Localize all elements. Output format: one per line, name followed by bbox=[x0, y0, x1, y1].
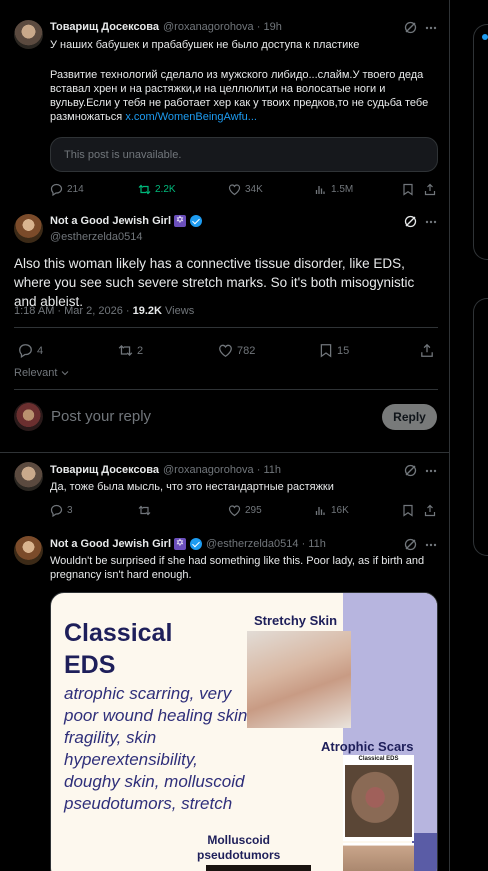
bookmark-icon[interactable] bbox=[402, 183, 414, 201]
attached-image[interactable]: Classical EDS atrophic scarring, very po… bbox=[50, 592, 438, 871]
image-caption-stretchy: Stretchy Skin bbox=[254, 613, 338, 628]
author-handle[interactable]: @estherzelda0514 bbox=[50, 231, 143, 243]
views-action[interactable]: 16K bbox=[314, 504, 349, 517]
reply-action[interactable]: 214 bbox=[50, 183, 84, 196]
repost-icon bbox=[138, 505, 151, 516]
reply-icon bbox=[50, 183, 63, 196]
repost-action[interactable] bbox=[138, 504, 151, 517]
verified-badge-icon bbox=[190, 215, 202, 227]
more-icon[interactable] bbox=[425, 21, 437, 39]
sort-dropdown[interactable]: Relevant bbox=[14, 367, 69, 379]
star-of-david-icon: ✡ bbox=[174, 538, 186, 550]
reply-icon bbox=[19, 344, 32, 358]
chevron-down-icon bbox=[62, 371, 69, 376]
author-name[interactable]: Not a Good Jewish Girl bbox=[50, 215, 171, 227]
image-caption-molluscoid: Molluscoid pseudotumors bbox=[197, 833, 281, 862]
author-handle[interactable]: @roxanagorohova · 19h bbox=[163, 21, 282, 33]
views-icon bbox=[315, 186, 325, 194]
reply-action[interactable]: 3 bbox=[50, 504, 73, 517]
share-icon[interactable] bbox=[424, 504, 436, 522]
reply-action[interactable]: 4 bbox=[18, 343, 43, 358]
photo-label: Classical EDS bbox=[358, 756, 399, 762]
reply-input[interactable]: Post your reply bbox=[51, 407, 151, 427]
sidebar-card[interactable] bbox=[473, 24, 488, 260]
author-name[interactable]: Товарищ Досексова bbox=[50, 21, 159, 33]
avatar[interactable] bbox=[14, 20, 43, 49]
tweet-timestamp[interactable]: 1:18 AM · Mar 2, 2026 · 19.2K Views bbox=[14, 304, 194, 318]
bookmark-icon bbox=[320, 344, 332, 358]
verified-badge-icon bbox=[190, 538, 202, 550]
repost-icon bbox=[118, 344, 133, 357]
decorative-band bbox=[412, 833, 437, 871]
bookmark-action[interactable]: 15 bbox=[319, 343, 349, 358]
author-name[interactable]: Not a Good Jewish Girl bbox=[50, 538, 171, 550]
conversation-column: Товарищ Досексова @roxanagorohova · 19h … bbox=[0, 0, 450, 871]
like-action[interactable]: 295 bbox=[228, 504, 262, 517]
tweet-text: У наших бабушек и прабабушек не было дос… bbox=[50, 39, 360, 51]
repost-action[interactable]: 2.2K bbox=[138, 183, 176, 196]
heart-icon bbox=[228, 505, 241, 517]
molluscoid-photo bbox=[206, 865, 311, 871]
like-action[interactable]: 782 bbox=[218, 343, 255, 358]
repost-icon bbox=[138, 184, 151, 195]
second-scar-photo bbox=[343, 843, 414, 871]
reply-text: Wouldn't be surprised if she had somethi… bbox=[50, 555, 425, 581]
repost-action[interactable]: 2 bbox=[118, 343, 143, 358]
unavailable-quote: This post is unavailable. bbox=[50, 137, 438, 172]
more-icon[interactable] bbox=[425, 215, 437, 233]
image-title: Classical EDS bbox=[64, 619, 173, 679]
avatar[interactable] bbox=[14, 462, 43, 491]
share-icon[interactable] bbox=[424, 183, 436, 201]
bookmark-icon[interactable] bbox=[402, 504, 414, 522]
avatar[interactable] bbox=[14, 536, 43, 565]
reply-icon bbox=[50, 504, 63, 517]
like-action[interactable]: 34K bbox=[228, 183, 263, 196]
avatar[interactable] bbox=[14, 214, 43, 243]
views-action[interactable]: 1.5M bbox=[314, 183, 353, 196]
reply-button[interactable]: Reply bbox=[382, 404, 437, 430]
author-handle[interactable]: @roxanagorohova · 11h bbox=[163, 464, 281, 476]
right-sidebar bbox=[451, 0, 488, 871]
atrophic-scars-photo: Classical EDS bbox=[343, 755, 414, 841]
heart-icon bbox=[219, 344, 232, 358]
tweet-link[interactable]: x.com/WomenBeingAwfu... bbox=[125, 111, 257, 123]
tweet-text: Развитие технологий сделало из мужского … bbox=[50, 69, 429, 123]
reply-text: Да, тоже была мысль, что это нестандартн… bbox=[50, 481, 334, 493]
author-handle[interactable]: @estherzelda0514 · 11h bbox=[206, 538, 326, 550]
sidebar-card[interactable] bbox=[473, 298, 488, 556]
author-name[interactable]: Товарищ Досексова bbox=[50, 464, 159, 476]
views-icon bbox=[315, 507, 325, 515]
grok-icon[interactable] bbox=[404, 215, 417, 233]
image-symptom-list: atrophic scarring, very poor wound heali… bbox=[64, 684, 248, 813]
heart-icon bbox=[228, 184, 241, 196]
my-avatar bbox=[14, 402, 43, 431]
stretchy-skin-photo bbox=[247, 631, 351, 728]
sidebar-indicator bbox=[482, 34, 488, 40]
image-caption-atrophic: Atrophic Scars bbox=[321, 739, 414, 754]
share-icon[interactable] bbox=[420, 343, 434, 363]
main-tweet-text: Also this woman likely has a connective … bbox=[14, 256, 415, 309]
star-of-david-icon: ✡ bbox=[174, 215, 186, 227]
grok-icon[interactable] bbox=[404, 21, 417, 39]
